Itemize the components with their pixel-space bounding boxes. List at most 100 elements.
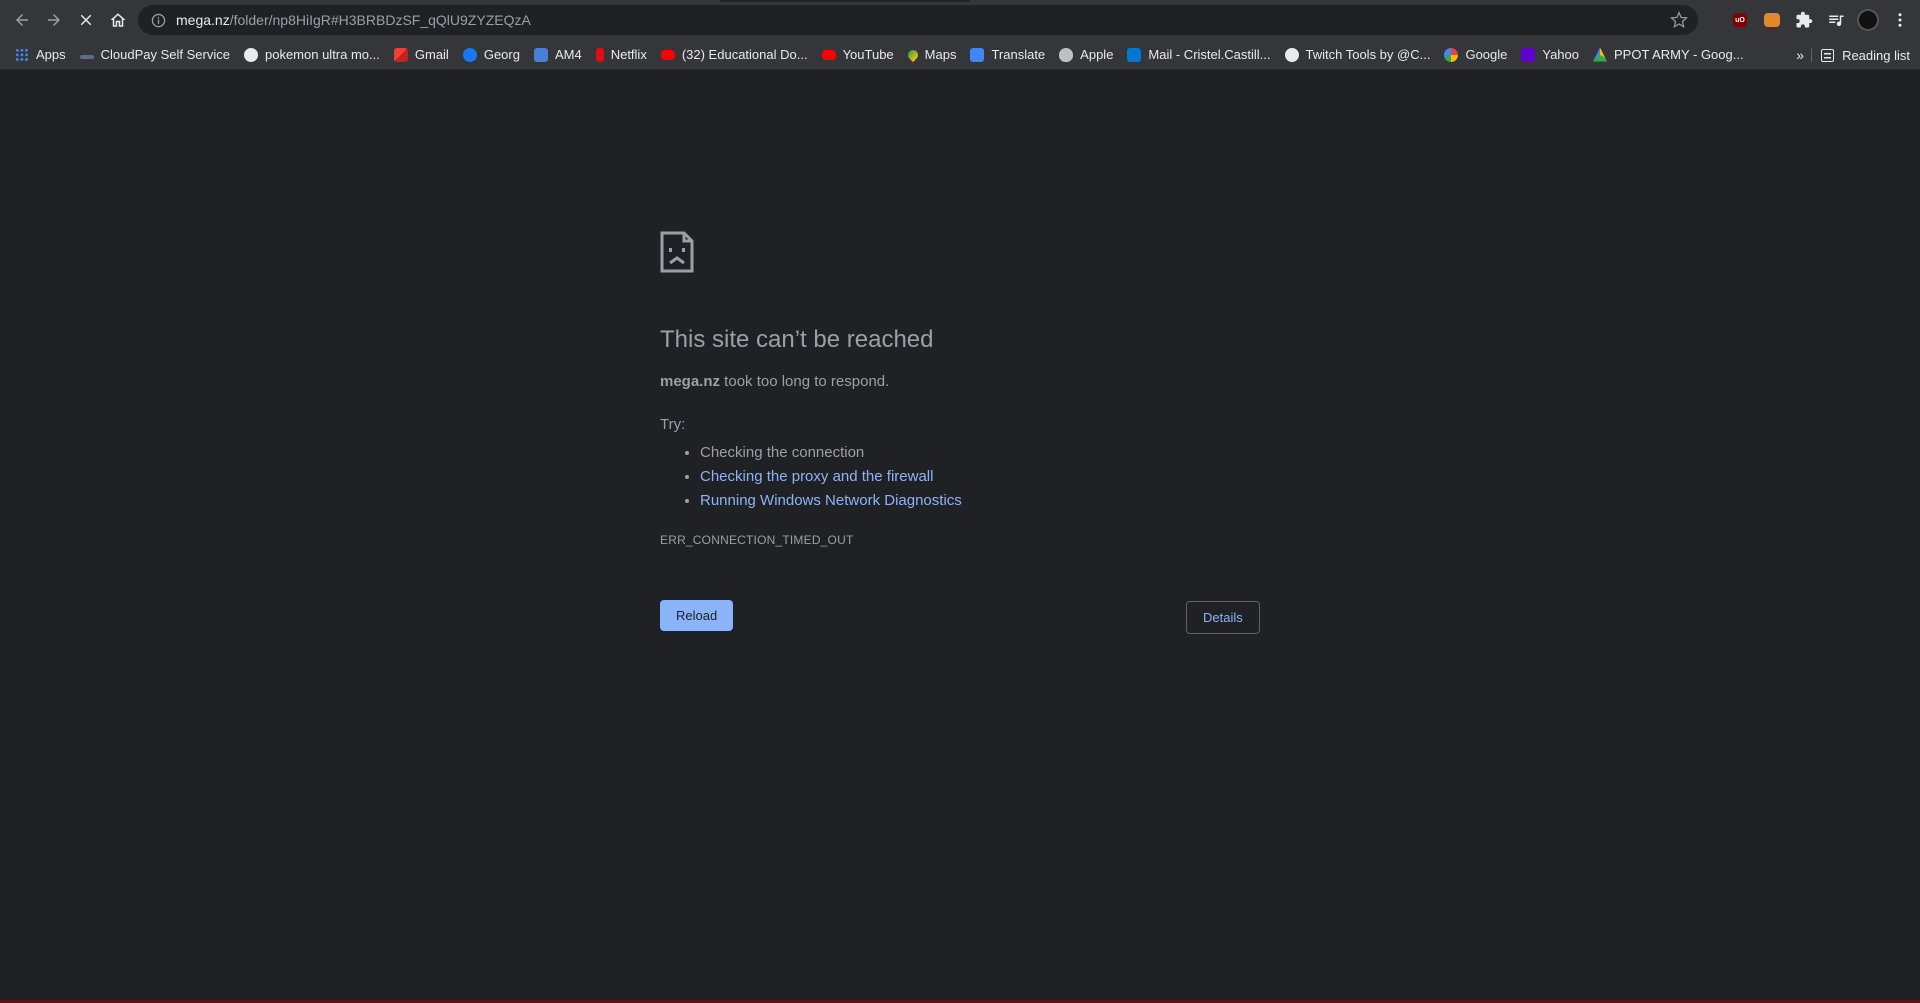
youtube-icon xyxy=(660,49,675,60)
bookmark-label: Georg xyxy=(483,47,520,62)
error-code: ERR_CONNECTION_TIMED_OUT xyxy=(660,532,854,547)
bookmark-google[interactable]: Google xyxy=(1437,42,1514,68)
reload-button[interactable]: Reload xyxy=(660,599,734,631)
maps-icon xyxy=(905,47,920,62)
facebook-icon xyxy=(462,47,477,62)
bookmark-label: pokemon ultra mo... xyxy=(264,47,380,62)
site-info-icon[interactable] xyxy=(150,12,166,28)
bookmark-apple[interactable]: Apple xyxy=(1052,42,1120,68)
ublock-icon: uO xyxy=(1733,13,1747,27)
github-icon xyxy=(243,47,258,62)
bookmark-label: PPOT ARMY - Goog... xyxy=(1614,47,1744,62)
error-host: mega.nz xyxy=(660,373,721,390)
bookmarks-overflow-button[interactable]: » xyxy=(1796,40,1804,70)
suggestion-proxy-firewall-link[interactable]: Checking the proxy and the firewall xyxy=(700,468,933,485)
stop-loading-button[interactable] xyxy=(70,4,102,36)
bookmark-youtube[interactable]: YouTube xyxy=(815,42,901,68)
bookmark-yahoo[interactable]: Yahoo xyxy=(1514,42,1586,68)
bookmark-am4[interactable]: AM4 xyxy=(527,42,589,68)
bookmark-label: Maps xyxy=(924,47,957,62)
bookmark-label: Google xyxy=(1465,47,1508,62)
bookmark-star-icon[interactable] xyxy=(1670,10,1688,32)
bookmarks-bar: Apps CloudPay Self Service pokemon ultra… xyxy=(0,40,1920,70)
bookmark-label: Netflix xyxy=(610,47,647,62)
gmail-icon xyxy=(393,47,408,62)
cloudpay-icon xyxy=(79,54,94,59)
bookmarks-divider xyxy=(1811,48,1812,62)
address-bar[interactable]: mega.nz/folder/np8HiIgR#H3BRBDzSF_qQlU9Z… xyxy=(138,5,1698,35)
bookmark-educational[interactable]: (32) Educational Do... xyxy=(654,42,815,68)
bookmark-georg[interactable]: Georg xyxy=(456,42,527,68)
bookmark-label: Apps xyxy=(36,47,66,62)
details-button[interactable]: Details xyxy=(1186,600,1260,634)
suggestion-item: Running Windows Network Diagnostics xyxy=(700,489,1260,513)
home-icon xyxy=(110,13,126,27)
tiger-extension[interactable] xyxy=(1760,8,1784,32)
bookmark-label: YouTube xyxy=(842,47,894,62)
twitch-tools-icon xyxy=(1284,47,1299,62)
reading-list-label: Reading list xyxy=(1842,47,1910,63)
yahoo-icon xyxy=(1521,47,1536,62)
bookmark-ppot-army[interactable]: PPOT ARMY - Goog... xyxy=(1586,42,1751,68)
google-icon xyxy=(1444,47,1459,62)
bookmark-translate[interactable]: Translate xyxy=(963,42,1052,68)
google-drive-icon xyxy=(1593,47,1608,62)
apps-grid-icon xyxy=(15,47,29,62)
netflix-icon xyxy=(595,47,604,62)
reading-list-icon xyxy=(1821,48,1835,62)
suggestion-item: Checking the proxy and the firewall xyxy=(700,465,1260,489)
back-button[interactable] xyxy=(6,4,38,36)
extensions-button[interactable] xyxy=(1792,8,1816,32)
error-summary-text: took too long to respond. xyxy=(720,373,890,390)
forward-button[interactable] xyxy=(38,4,70,36)
bookmark-label: CloudPay Self Service xyxy=(100,47,230,62)
error-page: This site can’t be reached mega.nz took … xyxy=(660,231,1260,634)
outlook-icon xyxy=(1127,47,1142,62)
browser-toolbar: mega.nz/folder/np8HiIgR#H3BRBDzSF_qQlU9Z… xyxy=(0,0,1920,40)
bookmark-apps[interactable]: Apps xyxy=(8,42,73,68)
bookmark-maps[interactable]: Maps xyxy=(901,42,964,68)
sad-page-icon xyxy=(660,231,694,273)
bookmark-gmail[interactable]: Gmail xyxy=(387,42,456,68)
bookmark-label: Yahoo xyxy=(1542,47,1580,62)
bookmark-label: Mail - Cristel.Castill... xyxy=(1148,47,1271,62)
url-path: /folder/np8HiIgR#H3BRBDzSF_qQlU9ZYZEQzA xyxy=(229,12,531,28)
suggestion-network-diagnostics-link[interactable]: Running Windows Network Diagnostics xyxy=(700,492,962,509)
kebab-menu-icon xyxy=(1898,13,1902,27)
suggestion-item: Checking the connection xyxy=(700,441,1260,465)
bookmark-pokemon[interactable]: pokemon ultra mo... xyxy=(237,42,387,68)
bookmark-mail[interactable]: Mail - Cristel.Castill... xyxy=(1120,42,1277,68)
stop-x-icon xyxy=(80,14,92,26)
bookmark-twitch-tools[interactable]: Twitch Tools by @C... xyxy=(1278,42,1438,68)
suggestion-check-connection: Checking the connection xyxy=(700,443,865,461)
tiger-icon xyxy=(1764,13,1780,27)
home-button[interactable] xyxy=(102,4,134,36)
try-label: Try: xyxy=(660,416,686,433)
profile-button[interactable] xyxy=(1856,8,1880,32)
bookmark-netflix[interactable]: Netflix xyxy=(589,42,654,68)
bookmark-label: AM4 xyxy=(554,47,582,62)
error-summary: mega.nz took too long to respond. xyxy=(660,370,1260,394)
chrome-menu-button[interactable] xyxy=(1888,8,1912,32)
bookmark-label: Twitch Tools by @C... xyxy=(1305,47,1431,62)
error-heading: This site can’t be reached xyxy=(660,326,934,353)
bookmark-label: Translate xyxy=(991,47,1046,62)
playlist-icon xyxy=(1829,15,1844,27)
am4-icon xyxy=(533,47,548,62)
bookmark-label: Gmail xyxy=(414,47,449,62)
bookmark-label: Apple xyxy=(1080,47,1114,62)
bookmark-cloudpay[interactable]: CloudPay Self Service xyxy=(73,42,237,68)
ublock-origin-extension[interactable]: uO xyxy=(1728,8,1752,32)
puzzle-icon xyxy=(1796,11,1813,28)
url-host: mega.nz xyxy=(176,12,230,28)
suggestions-list: Checking the connection Checking the pro… xyxy=(660,441,1260,513)
youtube-icon xyxy=(821,49,836,60)
apple-icon xyxy=(1059,47,1074,62)
error-buttons: Reload Details xyxy=(660,599,1260,634)
media-controls-button[interactable] xyxy=(1824,8,1848,32)
avatar xyxy=(1857,9,1879,31)
reading-list-button[interactable]: Reading list xyxy=(1821,40,1910,70)
tab-strip-edge xyxy=(720,0,970,2)
forward-arrow-icon xyxy=(48,14,60,26)
extensions-area: uO xyxy=(1728,4,1912,36)
